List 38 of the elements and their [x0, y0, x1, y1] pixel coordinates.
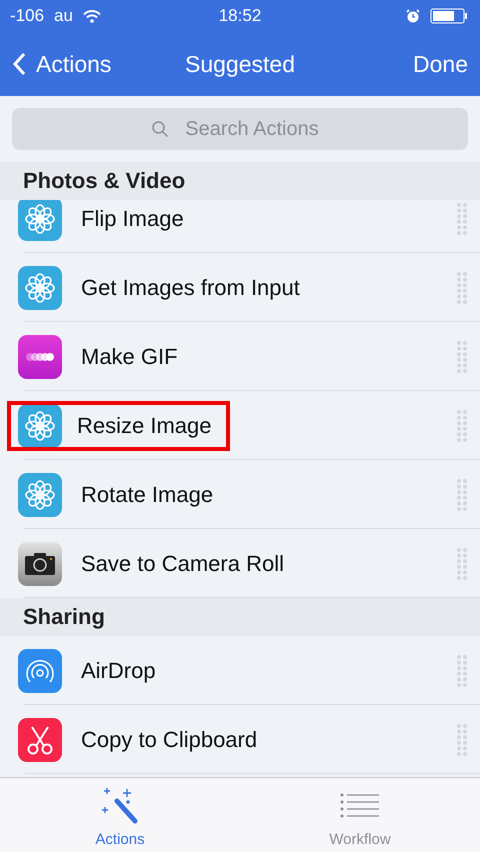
tab-bar-item[interactable]: Actions: [0, 778, 240, 852]
drag-handle-icon[interactable]: [456, 546, 468, 580]
search-field[interactable]: Search Actions: [12, 108, 468, 150]
flower-icon: [18, 472, 62, 516]
action-label[interactable]: Resize Image: [7, 400, 230, 450]
drag-handle-icon[interactable]: [456, 478, 468, 512]
action-label[interactable]: Make GIF: [73, 340, 186, 374]
action-label[interactable]: Rotate Image: [73, 478, 222, 512]
action-label[interactable]: AirDrop: [73, 654, 164, 688]
search-icon: [151, 120, 169, 138]
chevron-left-icon: [12, 52, 26, 76]
signal-strength: -106: [10, 6, 44, 26]
gif-icon: [18, 334, 62, 378]
section-header: Photos & Video: [23, 168, 186, 194]
battery-icon: [430, 8, 468, 24]
camera-icon: [18, 542, 62, 586]
drag-handle-icon[interactable]: [456, 722, 468, 756]
airdrop-icon: [18, 648, 62, 692]
back-button[interactable]: Actions: [12, 50, 112, 78]
drag-handle-icon[interactable]: [456, 270, 468, 304]
drag-handle-icon[interactable]: [456, 408, 468, 442]
action-label[interactable]: Get Images from Input: [73, 270, 308, 304]
flower-icon: [18, 266, 62, 310]
status-time: 18:52: [218, 6, 262, 26]
drag-handle-icon[interactable]: [456, 340, 468, 374]
flower-icon: [18, 404, 62, 448]
done-button[interactable]: Done: [413, 50, 468, 78]
action-label[interactable]: Save to Camera Roll: [73, 546, 292, 580]
nav-title: Suggested: [185, 50, 295, 78]
wifi-icon: [82, 10, 101, 22]
scissors-icon: [18, 718, 62, 762]
action-label[interactable]: Flip Image: [73, 202, 192, 236]
action-label[interactable]: Copy to Clipboard: [73, 722, 266, 756]
carrier-name: au: [54, 6, 73, 26]
alarm-icon: [406, 9, 420, 23]
drag-handle-icon[interactable]: [456, 202, 468, 236]
section-header: Sharing: [23, 604, 105, 630]
drag-handle-icon[interactable]: [456, 654, 468, 688]
